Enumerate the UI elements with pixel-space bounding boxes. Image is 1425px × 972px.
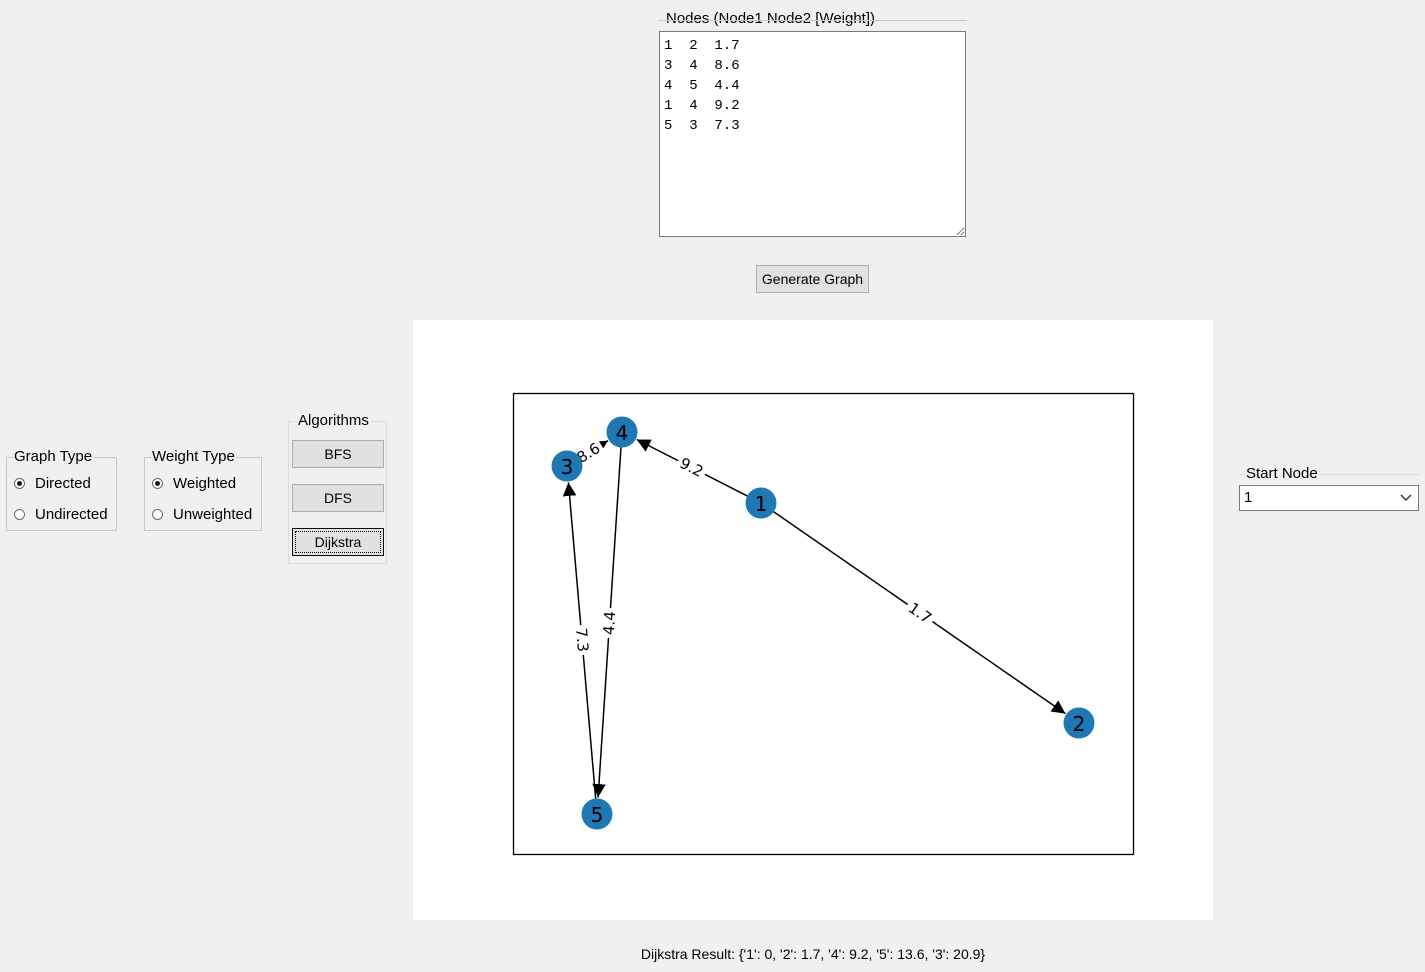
graph-svg: 1.78.64.49.27.3 12345 bbox=[512, 392, 1135, 856]
focus-ring bbox=[295, 531, 381, 553]
algorithms-legend: Algorithms bbox=[297, 412, 370, 430]
bfs-button[interactable]: BFS bbox=[292, 440, 384, 468]
radio-undirected[interactable]: Undirected bbox=[14, 504, 108, 524]
edge-weight-text: 7.3 bbox=[572, 627, 592, 652]
radio-directed-label: Directed bbox=[35, 474, 91, 492]
graph-node-label-5: 5 bbox=[591, 803, 604, 827]
edge-weight-label-5-3: 7.3 bbox=[571, 624, 593, 656]
result-label: Dijkstra Result: {'1': 0, '2': 1.7, '4':… bbox=[640, 946, 986, 962]
graph-node-label-4: 4 bbox=[616, 421, 629, 445]
radio-undirected-indicator[interactable] bbox=[14, 508, 25, 520]
radio-undirected-label: Undirected bbox=[35, 505, 108, 523]
dfs-button[interactable]: DFS bbox=[292, 484, 384, 512]
dijkstra-button[interactable]: Dijkstra bbox=[292, 528, 384, 556]
radio-unweighted[interactable]: Unweighted bbox=[152, 504, 252, 524]
generate-graph-button[interactable]: Generate Graph bbox=[756, 265, 869, 293]
edge-weight-text: 4.4 bbox=[600, 611, 620, 636]
radio-weighted-indicator[interactable] bbox=[152, 477, 163, 489]
graph-plot-canvas: 1.7 8.6 4.4 9.2 7.3 12345 bbox=[413, 320, 1213, 920]
radio-weighted[interactable]: Weighted bbox=[152, 473, 236, 493]
start-node-value: 1 bbox=[1244, 489, 1253, 506]
graph-type-legend: Graph Type bbox=[13, 448, 94, 466]
edge-weight-label-4-5: 4.4 bbox=[599, 607, 620, 639]
graph-type-group: Graph Type Directed Undirected bbox=[6, 448, 117, 531]
radio-unweighted-indicator[interactable] bbox=[152, 508, 163, 520]
radio-weighted-label: Weighted bbox=[173, 474, 237, 492]
start-node-select[interactable]: 1 bbox=[1239, 485, 1419, 511]
chevron-down-icon[interactable] bbox=[1398, 486, 1414, 510]
nodes-layer: 1 2 3 4 5 bbox=[551, 416, 1095, 830]
graph-node-label-3: 3 bbox=[561, 455, 574, 479]
start-node-label: Start Node bbox=[1245, 465, 1319, 483]
weight-type-group: Weight Type Weighted Unweighted bbox=[144, 448, 262, 531]
graph-node-label-1: 1 bbox=[755, 492, 768, 516]
weight-type-legend: Weight Type bbox=[151, 448, 236, 466]
edges-layer: 1.78.64.49.27.3 bbox=[562, 435, 1066, 811]
nodes-textarea[interactable]: 1 2 1.7 3 4 8.6 4 5 4.4 1 4 9.2 5 3 7.3 bbox=[659, 31, 966, 237]
radio-directed-indicator[interactable] bbox=[14, 477, 25, 489]
radio-unweighted-label: Unweighted bbox=[173, 505, 253, 523]
nodes-legend: Nodes (Node1 Node2 [Weight]) bbox=[665, 10, 877, 28]
edge-weight-label-1-4: 9.2 bbox=[674, 452, 709, 483]
radio-directed[interactable]: Directed bbox=[14, 473, 91, 493]
edge-weight-label-1-2: 1.7 bbox=[902, 597, 938, 629]
graph-node-label-2: 2 bbox=[1073, 712, 1086, 736]
